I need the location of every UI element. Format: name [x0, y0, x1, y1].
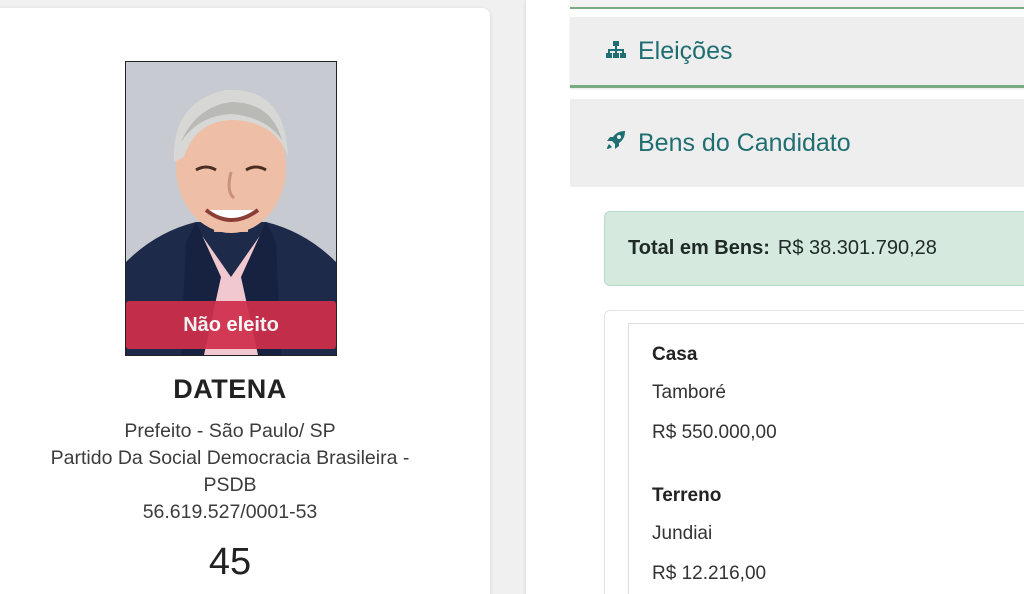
asset-description: Tamboré	[652, 382, 726, 403]
rocket-icon	[604, 129, 628, 158]
elections-accordion-header[interactable]: Eleições	[570, 17, 1024, 88]
asset-type: Terreno	[652, 485, 722, 506]
assets-accordion-label: Bens do Candidato	[638, 128, 851, 157]
candidate-party-line1: Partido Da Social Democracia Brasileira …	[50, 447, 410, 469]
total-assets-label: Total em Bens:	[628, 237, 770, 259]
candidate-details: Prefeito - São Paulo/ SP Partido Da Soci…	[0, 418, 470, 526]
candidate-name: DATENA	[173, 374, 287, 404]
sitemap-icon	[604, 37, 628, 66]
candidate-party-line2: PSDB	[203, 474, 257, 496]
asset-value: R$ 12.216,00	[652, 563, 767, 584]
asset-description: Jundiai	[652, 523, 713, 544]
asset-type: Casa	[652, 344, 698, 365]
candidate-cnpj: 56.619.527/0001-53	[142, 501, 318, 523]
list-item: Casa Tamboré R$ 550.000,00	[628, 323, 1024, 467]
assets-accordion-header[interactable]: Bens do Candidato	[570, 99, 1024, 187]
candidate-profile-card: Não eleito DATENA Prefeito - São Paulo/ …	[0, 8, 490, 594]
candidate-office: Prefeito - São Paulo/ SP	[124, 420, 336, 442]
candidate-number: 45	[208, 541, 252, 583]
status-badge: Não eleito	[126, 301, 336, 349]
page: Não eleito DATENA Prefeito - São Paulo/ …	[0, 0, 1024, 594]
total-assets-value: R$ 38.301.790,28	[777, 237, 937, 259]
asset-value: R$ 550.000,00	[652, 422, 777, 443]
elections-accordion-label: Eleições	[638, 36, 733, 65]
list-item: Terreno Jundiai R$ 12.216,00	[628, 465, 1024, 594]
candidate-photo: Não eleito	[125, 61, 337, 356]
total-assets-summary: Total em Bens: R$ 38.301.790,28	[604, 211, 1024, 286]
previous-section-bottom	[570, 0, 1024, 9]
